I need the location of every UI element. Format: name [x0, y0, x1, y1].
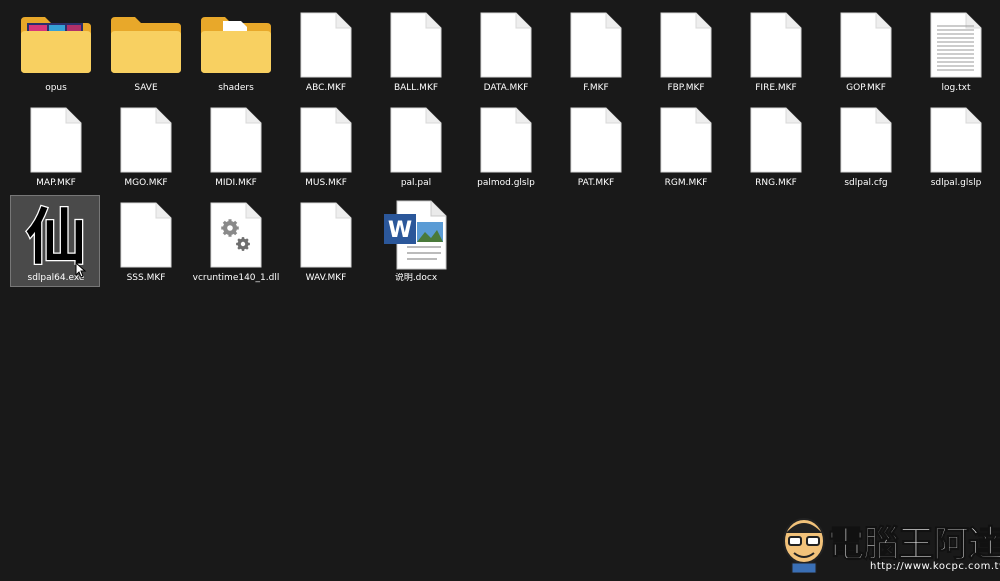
file-item-label: WAV.MKF: [305, 273, 347, 283]
mouse-cursor-icon: [75, 262, 87, 278]
file-item-label: FIRE.MKF: [755, 83, 797, 93]
file-item[interactable]: MUS.MKF: [280, 100, 370, 192]
file-item[interactable]: SAVE: [100, 5, 190, 97]
file-icon: [551, 10, 641, 80]
file-item-label: palmod.glslp: [477, 178, 535, 188]
file-icon: [281, 105, 371, 175]
file-icon: [101, 105, 191, 175]
file-item-label: sdlpal64.exe: [27, 273, 85, 283]
file-item[interactable]: palmod.glslp: [460, 100, 550, 192]
file-item-label: SAVE: [134, 83, 158, 93]
file-item[interactable]: opus: [10, 5, 100, 97]
xian-glyph: 仙: [26, 203, 86, 270]
file-item[interactable]: RNG.MKF: [730, 100, 820, 192]
file-item[interactable]: W 说明.docx: [370, 195, 460, 287]
file-item[interactable]: WAV.MKF: [280, 195, 370, 287]
file-icon: [821, 105, 911, 175]
file-item-label: BALL.MKF: [393, 83, 439, 93]
file-item-label: log.txt: [941, 83, 971, 93]
file-icon: [461, 10, 551, 80]
file-item-label: PAT.MKF: [577, 178, 615, 188]
file-item[interactable]: log.txt: [910, 5, 1000, 97]
watermark-url: http://www.kocpc.com.tw: [870, 561, 1000, 572]
file-item-label: shaders: [218, 83, 254, 93]
file-item-label: DATA.MKF: [483, 83, 529, 93]
mascot-icon: [783, 518, 825, 573]
file-item-label: MUS.MKF: [305, 178, 347, 188]
file-icon: [731, 10, 821, 80]
file-item-label: ABC.MKF: [305, 83, 347, 93]
file-item-label: sdlpal.cfg: [844, 178, 888, 188]
file-icon: [371, 105, 461, 175]
file-item[interactable]: FIRE.MKF: [730, 5, 820, 97]
file-item[interactable]: FBP.MKF: [640, 5, 730, 97]
file-item[interactable]: vcruntime140_1.dll: [190, 195, 280, 287]
file-icon: [821, 10, 911, 80]
file-icon: [641, 10, 731, 80]
file-item-label: GOP.MKF: [846, 83, 886, 93]
file-item[interactable]: pal.pal: [370, 100, 460, 192]
file-icon: [461, 105, 551, 175]
xian-character-icon: 仙: [11, 200, 101, 270]
file-item[interactable]: PAT.MKF: [550, 100, 640, 192]
file-item-label: RGM.MKF: [664, 178, 708, 188]
file-item[interactable]: ABC.MKF: [280, 5, 370, 97]
file-icon: [371, 10, 461, 80]
file-item-label: SSS.MKF: [126, 273, 166, 283]
file-icon: [191, 105, 281, 175]
file-item-label: F.MKF: [583, 83, 609, 93]
file-item-label: 说明.docx: [394, 273, 438, 283]
file-item[interactable]: 仙 sdlpal64.exe: [10, 195, 100, 287]
file-item-label: vcruntime140_1.dll: [192, 273, 280, 283]
file-icon: [551, 105, 641, 175]
watermark: 電腦王阿達 http://www.kocpc.com.tw: [780, 507, 1000, 577]
file-item-label: opus: [45, 83, 67, 93]
file-item[interactable]: MGO.MKF: [100, 100, 190, 192]
file-item[interactable]: sdlpal.cfg: [820, 100, 910, 192]
file-icon: [911, 105, 1000, 175]
file-item-label: MGO.MKF: [124, 178, 168, 188]
file-icon: [281, 10, 371, 80]
file-item[interactable]: GOP.MKF: [820, 5, 910, 97]
file-item-label: RNG.MKF: [755, 178, 797, 188]
folder-icon: [191, 10, 281, 80]
folder-icon: [101, 10, 191, 80]
file-item[interactable]: shaders: [190, 5, 280, 97]
file-icon: [731, 105, 821, 175]
file-item-label: MAP.MKF: [36, 178, 76, 188]
file-icon: [11, 105, 101, 175]
file-item[interactable]: sdlpal.glslp: [910, 100, 1000, 192]
file-item-label: sdlpal.glslp: [930, 178, 982, 188]
file-item[interactable]: MIDI.MKF: [190, 100, 280, 192]
word-document-icon: W: [371, 200, 461, 270]
file-explorer-content: opus SAVE shaders ABC.MKF BALL.MKF DATA.MKF F.…: [0, 0, 1000, 581]
file-item[interactable]: BALL.MKF: [370, 5, 460, 97]
file-item-label: pal.pal: [400, 178, 432, 188]
word-glyph: W: [388, 218, 412, 243]
file-item[interactable]: SSS.MKF: [100, 195, 190, 287]
file-icon: [641, 105, 731, 175]
file-item[interactable]: RGM.MKF: [640, 100, 730, 192]
file-item-label: FBP.MKF: [667, 83, 705, 93]
file-item[interactable]: MAP.MKF: [10, 100, 100, 192]
text-file-icon: [911, 10, 1000, 80]
file-item-label: MIDI.MKF: [215, 178, 257, 188]
file-icon: [101, 200, 191, 270]
file-icon: [281, 200, 371, 270]
folder-icon: [11, 10, 101, 80]
file-item[interactable]: DATA.MKF: [460, 5, 550, 97]
gears-file-icon: [191, 200, 281, 270]
watermark-text: 電腦王阿達: [827, 524, 1000, 566]
file-item[interactable]: F.MKF: [550, 5, 640, 97]
